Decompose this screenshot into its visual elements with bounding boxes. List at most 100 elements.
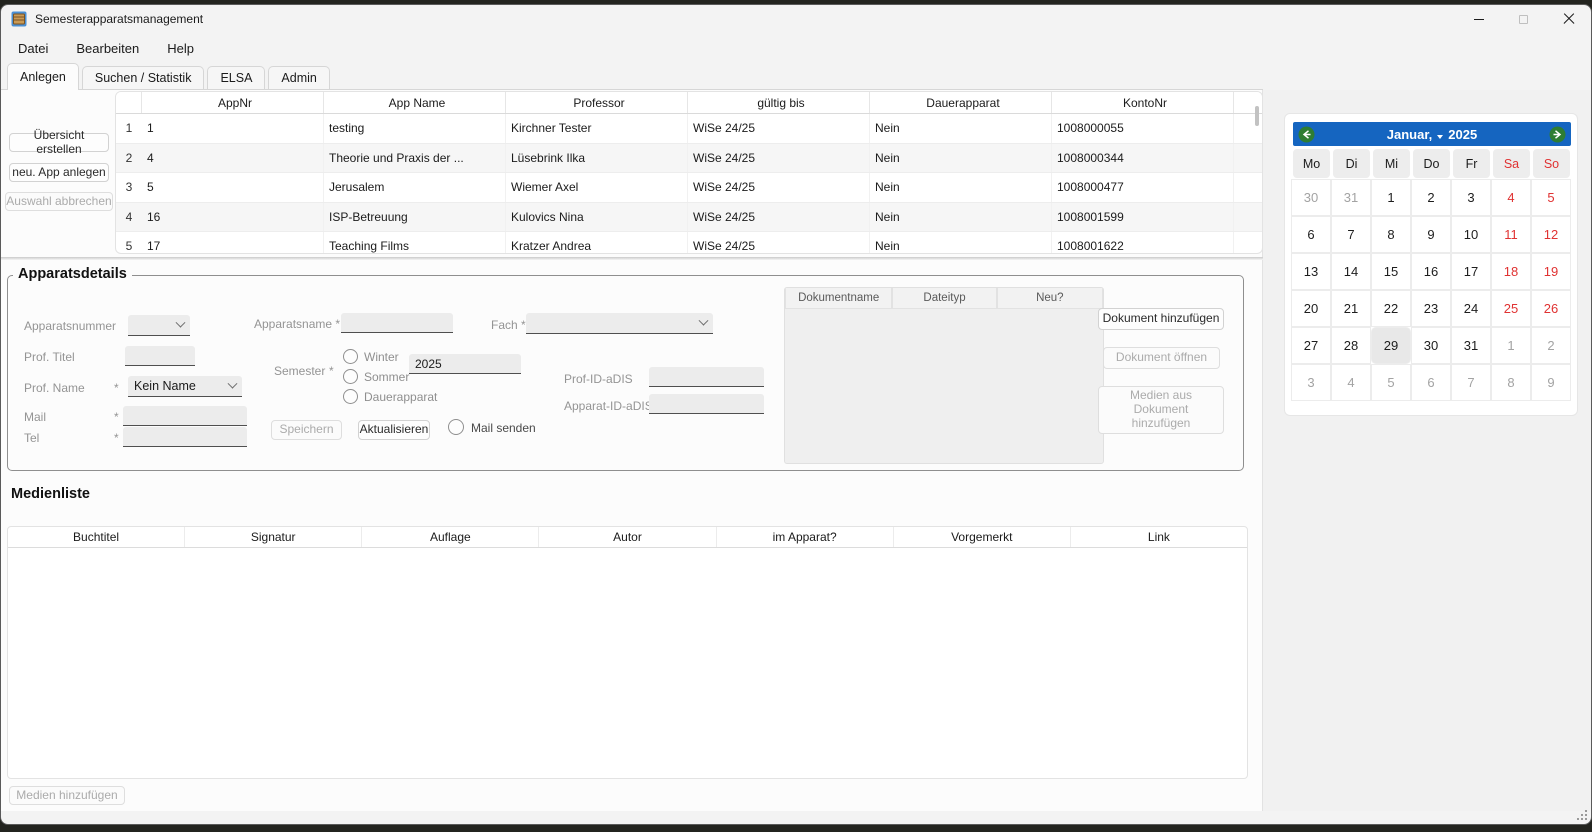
calendar-day[interactable]: 8	[1371, 216, 1411, 253]
table-scrollbar[interactable]	[1255, 106, 1259, 126]
prof-id-adis-field[interactable]	[649, 367, 764, 387]
calendar-day[interactable]: 26	[1531, 290, 1571, 327]
calendar-day[interactable]: 20	[1291, 290, 1331, 327]
calendar-day[interactable]: 22	[1371, 290, 1411, 327]
calendar-day[interactable]: 3	[1291, 364, 1331, 401]
table-row[interactable]: 3 5 Jerusalem Wiemer Axel WiSe 24/25 Nei…	[116, 173, 1262, 203]
column-header-auflage[interactable]: Auflage	[362, 527, 539, 547]
calendar-day[interactable]: 2	[1531, 327, 1571, 364]
prof-titel-field[interactable]	[125, 346, 195, 366]
calendar-day[interactable]: 3	[1451, 179, 1491, 216]
calendar-day[interactable]: 16	[1411, 253, 1451, 290]
speichern-button[interactable]: Speichern	[271, 420, 342, 440]
column-header-appnr[interactable]: AppNr	[142, 92, 324, 113]
calendar-day[interactable]: 15	[1371, 253, 1411, 290]
calendar-day[interactable]: 17	[1451, 253, 1491, 290]
tab-admin[interactable]: Admin	[268, 66, 329, 89]
calendar-day[interactable]: 2	[1411, 179, 1451, 216]
calendar-day[interactable]: 30	[1291, 179, 1331, 216]
column-header-im-apparat[interactable]: im Apparat?	[717, 527, 894, 547]
column-header-signatur[interactable]: Signatur	[185, 527, 362, 547]
minimize-button[interactable]	[1456, 5, 1501, 33]
calendar-prev-month-button[interactable]	[1298, 126, 1315, 143]
calendar-day[interactable]: 7	[1451, 364, 1491, 401]
calendar-day[interactable]: 1	[1491, 327, 1531, 364]
menu-datei[interactable]: Datei	[4, 41, 62, 56]
column-header-professor[interactable]: Professor	[506, 92, 688, 113]
calendar-day[interactable]: 6	[1291, 216, 1331, 253]
winter-radio[interactable]	[343, 349, 358, 364]
calendar-month[interactable]: Januar,	[1387, 127, 1433, 142]
tab-elsa[interactable]: ELSA	[207, 66, 265, 89]
calendar-day[interactable]: 4	[1331, 364, 1371, 401]
calendar-day[interactable]: 4	[1491, 179, 1531, 216]
table-row[interactable]: 4 16 ISP-Betreuung Kulovics Nina WiSe 24…	[116, 203, 1262, 233]
menu-help[interactable]: Help	[153, 41, 208, 56]
dokument-hinzufuegen-button[interactable]: Dokument hinzufügen	[1098, 308, 1224, 330]
calendar-day[interactable]: 9	[1531, 364, 1571, 401]
calendar-day[interactable]: 6	[1411, 364, 1451, 401]
calendar-day[interactable]: 9	[1411, 216, 1451, 253]
calendar-day[interactable]: 11	[1491, 216, 1531, 253]
calendar-day[interactable]: 23	[1411, 290, 1451, 327]
aktualisieren-button[interactable]: Aktualisieren	[358, 420, 430, 440]
calendar-day[interactable]: 25	[1491, 290, 1531, 327]
calendar-day[interactable]: 24	[1451, 290, 1491, 327]
calendar-day[interactable]: 31	[1331, 179, 1371, 216]
calendar-day[interactable]: 10	[1451, 216, 1491, 253]
calendar-day-selected[interactable]: 29	[1371, 327, 1411, 364]
column-header-kontonr[interactable]: KontoNr	[1052, 92, 1234, 113]
auswahl-abbrechen-button[interactable]: Auswahl abbrechen	[5, 192, 113, 211]
calendar-year[interactable]: 2025	[1448, 127, 1477, 142]
neu-app-anlegen-button[interactable]: neu. App anlegen	[9, 163, 109, 182]
calendar-day[interactable]: 21	[1331, 290, 1371, 327]
uebersicht-erstellen-button[interactable]: Übersicht erstellen	[9, 133, 109, 152]
calendar-day[interactable]: 27	[1291, 327, 1331, 364]
dokument-oeffnen-button[interactable]: Dokument öffnen	[1103, 347, 1220, 369]
medien-aus-dokument-button[interactable]: Medien aus Dokument hinzufügen	[1098, 386, 1224, 434]
calendar-next-month-button[interactable]	[1549, 126, 1566, 143]
calendar-day[interactable]: 12	[1531, 216, 1571, 253]
calendar-day[interactable]: 13	[1291, 253, 1331, 290]
tab-suchen-statistik[interactable]: Suchen / Statistik	[82, 66, 205, 89]
calendar-day[interactable]: 8	[1491, 364, 1531, 401]
splitter[interactable]	[1, 257, 1263, 260]
calendar-day[interactable]: 30	[1411, 327, 1451, 364]
column-header-buchtitel[interactable]: Buchtitel	[8, 527, 185, 547]
column-header-neu[interactable]: Neu?	[997, 288, 1103, 309]
column-header-dauerapparat[interactable]: Dauerapparat	[870, 92, 1052, 113]
fach-combobox[interactable]	[526, 313, 713, 334]
column-header-autor[interactable]: Autor	[539, 527, 716, 547]
calendar-day[interactable]: 18	[1491, 253, 1531, 290]
tel-field[interactable]	[123, 427, 247, 447]
calendar-day[interactable]: 7	[1331, 216, 1371, 253]
calendar-day[interactable]: 1	[1371, 179, 1411, 216]
column-header-link[interactable]: Link	[1071, 527, 1247, 547]
calendar-day[interactable]: 14	[1331, 253, 1371, 290]
tab-anlegen[interactable]: Anlegen	[7, 63, 79, 90]
column-header-gueltig-bis[interactable]: gültig bis	[688, 92, 870, 113]
menu-bearbeiten[interactable]: Bearbeiten	[62, 41, 153, 56]
column-header-dokumentname[interactable]: Dokumentname	[785, 288, 892, 309]
maximize-button[interactable]	[1501, 5, 1546, 33]
dauerapparat-radio[interactable]	[343, 389, 358, 404]
column-header-vorgemerkt[interactable]: Vorgemerkt	[894, 527, 1071, 547]
column-header-dateityp[interactable]: Dateityp	[892, 288, 996, 309]
apparatsname-field[interactable]	[341, 313, 453, 333]
calendar-day[interactable]: 31	[1451, 327, 1491, 364]
prof-name-combobox[interactable]: Kein Name	[128, 376, 242, 397]
calendar-day[interactable]: 19	[1531, 253, 1571, 290]
apparat-id-adis-field[interactable]	[649, 394, 764, 414]
table-row[interactable]: 2 4 Theorie und Praxis der ... Lüsebrink…	[116, 144, 1262, 174]
close-button[interactable]	[1546, 5, 1591, 33]
mail-senden-radio[interactable]	[448, 419, 464, 435]
column-header-appname[interactable]: App Name	[324, 92, 506, 113]
table-row[interactable]: 5 17 Teaching Films Kratzer Andrea WiSe …	[116, 232, 1262, 254]
apparatsnummer-combobox[interactable]	[128, 315, 190, 336]
semester-jahr-field[interactable]	[409, 354, 521, 374]
resize-grip[interactable]	[1576, 809, 1587, 820]
calendar-day[interactable]: 5	[1531, 179, 1571, 216]
sommer-radio[interactable]	[343, 369, 358, 384]
mail-field[interactable]	[123, 406, 247, 426]
medien-hinzufuegen-button[interactable]: Medien hinzufügen	[9, 786, 125, 805]
